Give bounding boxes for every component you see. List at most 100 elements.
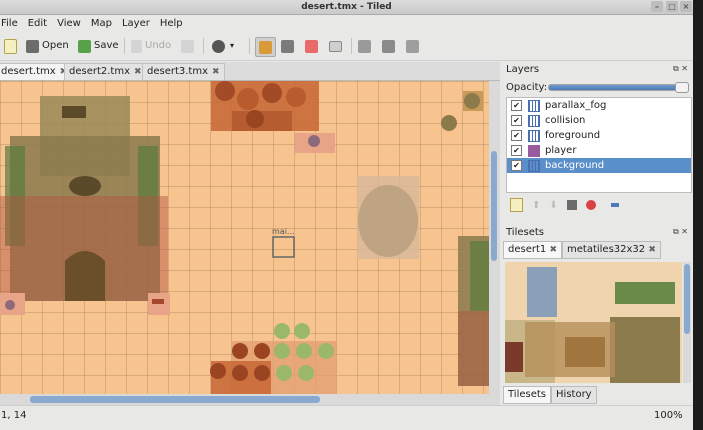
tileset-image[interactable] bbox=[505, 262, 682, 383]
new-file-icon bbox=[4, 38, 17, 54]
opacity-slider-handle[interactable] bbox=[675, 82, 689, 93]
close-tab-icon[interactable]: ✖ bbox=[549, 245, 557, 255]
tileset-tiles bbox=[505, 262, 682, 383]
menu-layer[interactable]: Layer bbox=[117, 15, 155, 33]
tileset-tabs: desert1 ✖ metatiles32x32 ✖ bbox=[503, 241, 691, 259]
remove-layer-icon[interactable] bbox=[585, 200, 596, 210]
tiled-window: desert.tmx - Tiled – □ × File Edit View Map… bbox=[0, 0, 693, 430]
close-tab-icon[interactable]: ✖ bbox=[212, 67, 220, 77]
close-tab-icon[interactable]: ✖ bbox=[648, 245, 656, 255]
open-folder-icon bbox=[26, 39, 39, 53]
tab-label: desert3.tmx bbox=[147, 66, 209, 77]
select-objects-button[interactable] bbox=[358, 37, 374, 55]
document-tabs: desert.tmx✖ desert2.tmx✖ desert3.tmx✖ bbox=[0, 62, 500, 81]
dock-tabs: Tilesets History bbox=[503, 386, 597, 404]
rock-pillar bbox=[357, 176, 419, 259]
eraser-button[interactable] bbox=[305, 37, 321, 55]
duplicate-layer-icon[interactable] bbox=[566, 200, 577, 210]
stamp-brush-icon bbox=[259, 40, 272, 54]
menu-edit[interactable]: Edit bbox=[23, 15, 52, 33]
undo-icon bbox=[131, 39, 142, 53]
layer-row[interactable]: ✔ parallax_fog bbox=[507, 98, 691, 113]
tile-layer-icon bbox=[528, 129, 540, 142]
object-layer-icon bbox=[528, 144, 540, 157]
bucket-fill-icon bbox=[281, 39, 294, 53]
layer-name: player bbox=[545, 145, 577, 156]
chevron-down-icon: ▾ bbox=[230, 41, 235, 50]
layer-row[interactable]: ✔ foreground bbox=[507, 128, 691, 143]
stamp-brush-button[interactable] bbox=[255, 37, 276, 57]
map-horizontal-scrollbar[interactable] bbox=[0, 394, 500, 405]
map-canvas[interactable]: mai... bbox=[0, 81, 489, 394]
layers-list: ✔ parallax_fog ✔ collision ✔ foreground ✔ playe… bbox=[506, 97, 692, 193]
layer-name: collision bbox=[545, 115, 586, 126]
zoom-level[interactable]: 100% bbox=[654, 410, 683, 421]
minimize-button[interactable]: – bbox=[651, 1, 663, 12]
scroll-thumb[interactable] bbox=[684, 264, 690, 334]
toolbar-separator bbox=[203, 38, 204, 54]
tab-label: desert2.tmx bbox=[69, 66, 131, 77]
layers-panel-float-close-icons[interactable]: ⧉ ✕ bbox=[673, 64, 688, 74]
maximize-button[interactable]: □ bbox=[666, 1, 678, 12]
menu-help[interactable]: Help bbox=[155, 15, 188, 33]
visibility-checkbox[interactable]: ✔ bbox=[511, 100, 522, 111]
redo-icon bbox=[181, 39, 194, 53]
window-title: desert.tmx - Tiled bbox=[301, 2, 392, 12]
close-tab-icon[interactable]: ✖ bbox=[134, 67, 142, 77]
layer-row[interactable]: ✔ player bbox=[507, 143, 691, 158]
tab-desert3-tmx[interactable]: desert3.tmx ✖ bbox=[142, 63, 225, 80]
layer-row[interactable]: ✔ background bbox=[507, 158, 691, 173]
undo-button-label: Undo bbox=[145, 40, 172, 51]
map-vertical-scrollbar[interactable] bbox=[489, 81, 500, 394]
tab-desert1[interactable]: desert1 ✖ bbox=[503, 241, 562, 259]
scroll-thumb[interactable] bbox=[491, 151, 497, 261]
move-layer-up-icon[interactable]: ⬆ bbox=[532, 200, 540, 211]
cursor-label: mai... bbox=[272, 227, 295, 236]
tile-layer-icon bbox=[528, 99, 540, 112]
insert-rectangle-button[interactable] bbox=[406, 37, 422, 55]
tab-tilesets[interactable]: Tilesets bbox=[503, 386, 552, 404]
close-window-button[interactable]: × bbox=[680, 1, 692, 12]
tab-desert2-tmx[interactable]: desert2.tmx ✖ bbox=[64, 63, 147, 80]
commands-button[interactable]: ▾ bbox=[212, 37, 234, 55]
visibility-checkbox[interactable]: ✔ bbox=[511, 130, 522, 141]
open-button-label: Open bbox=[42, 40, 69, 51]
tab-desert-tmx[interactable]: desert.tmx✖ bbox=[0, 63, 73, 80]
layer-name: foreground bbox=[545, 130, 601, 141]
visibility-checkbox[interactable]: ✔ bbox=[511, 145, 522, 156]
new-button[interactable] bbox=[4, 37, 20, 55]
main-toolbar: Open Save Undo ▾ bbox=[0, 33, 693, 61]
bush-cluster bbox=[210, 323, 337, 394]
save-button[interactable]: Save bbox=[78, 37, 119, 55]
layer-row[interactable]: ✔ collision bbox=[507, 113, 691, 128]
menu-bar: File Edit View Map Layer Help bbox=[0, 15, 693, 33]
move-layer-down-icon[interactable]: ⬇ bbox=[549, 200, 557, 211]
undo-button[interactable]: Undo bbox=[131, 37, 171, 55]
scroll-thumb[interactable] bbox=[30, 396, 320, 403]
redo-button[interactable] bbox=[181, 37, 197, 55]
cursor-coordinates: 1, 14 bbox=[1, 410, 27, 421]
tilesets-panel-float-close-icons[interactable]: ⧉ ✕ bbox=[673, 227, 688, 237]
menu-file[interactable]: File bbox=[0, 15, 23, 33]
tab-history[interactable]: History bbox=[551, 386, 597, 404]
layer-toolbar: ⬆ ⬇ bbox=[510, 198, 619, 212]
menu-view[interactable]: View bbox=[52, 15, 86, 33]
rect-select-button[interactable] bbox=[329, 37, 345, 55]
visibility-checkbox[interactable]: ✔ bbox=[511, 115, 522, 126]
eraser-icon bbox=[305, 39, 318, 53]
add-layer-icon[interactable] bbox=[510, 198, 523, 212]
insert-rectangle-icon bbox=[406, 39, 419, 53]
visibility-checkbox[interactable]: ✔ bbox=[511, 160, 522, 171]
opacity-slider[interactable] bbox=[548, 82, 689, 93]
edit-polygons-button[interactable] bbox=[382, 37, 398, 55]
layer-name: parallax_fog bbox=[545, 100, 607, 111]
tileset-vertical-scrollbar[interactable] bbox=[683, 262, 691, 383]
layer-properties-icon[interactable] bbox=[610, 203, 619, 207]
map-tiles: mai... bbox=[0, 81, 489, 394]
toolbar-separator bbox=[124, 38, 125, 54]
tab-metatiles32x32[interactable]: metatiles32x32 ✖ bbox=[562, 241, 661, 259]
bucket-fill-button[interactable] bbox=[281, 37, 297, 55]
menu-map[interactable]: Map bbox=[86, 15, 117, 33]
open-button[interactable]: Open bbox=[26, 37, 69, 55]
layer-name: background bbox=[545, 160, 605, 171]
